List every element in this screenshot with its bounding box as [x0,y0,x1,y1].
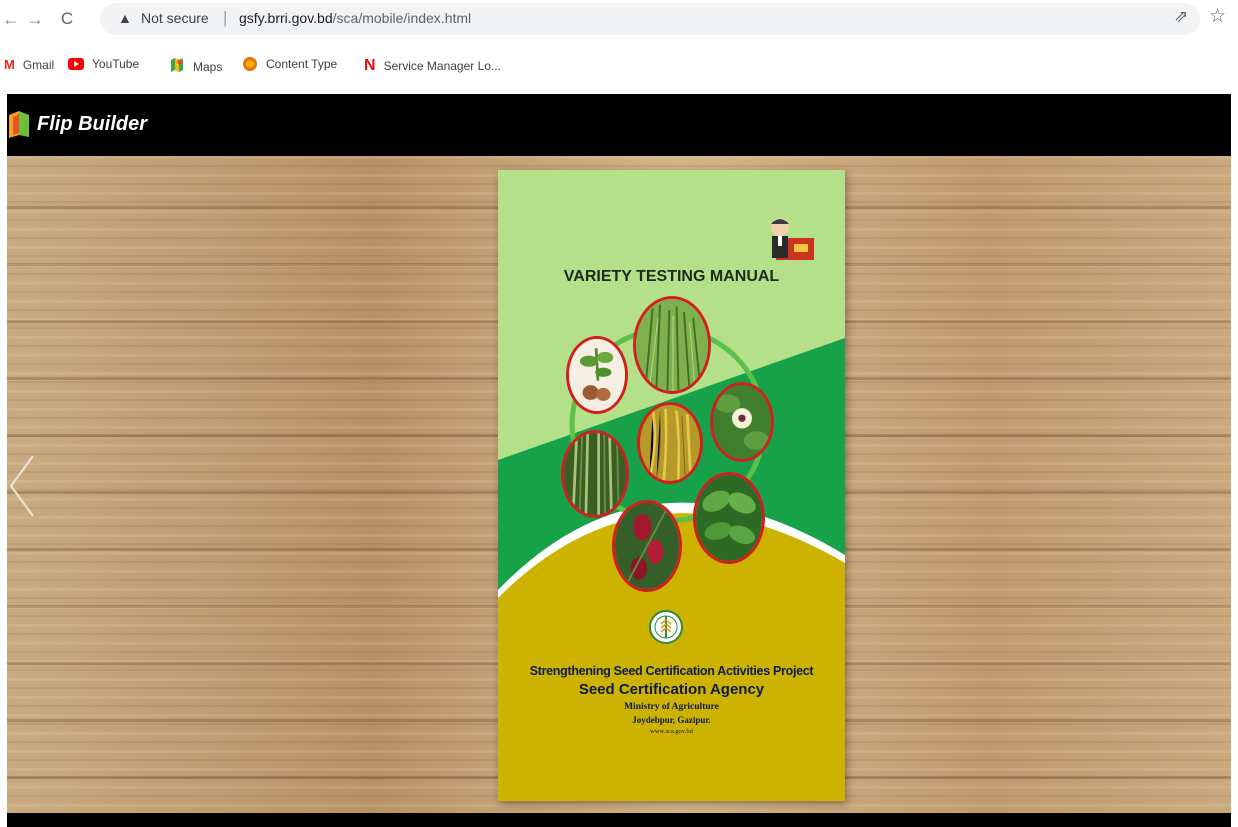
portrait-icon [771,218,814,260]
ministry-name: Ministry of Agriculture [624,702,719,712]
crop-photo-jute [561,430,629,518]
url-text[interactable]: gsfy.brri.gov.bd/sca/mobile/index.html [239,10,471,26]
place-name: Joydebpur, Gazipur. [632,715,711,725]
reload-icon[interactable]: C [56,8,78,30]
netflix-n-icon: N [364,57,376,74]
bookmark-service-manager[interactable]: N Service Manager Lo... [364,57,501,75]
agency-name: Seed Certification Agency [578,681,765,698]
brand-name[interactable]: Flip Builder [37,113,147,136]
bookmark-youtube[interactable]: YouTube [68,57,139,71]
viewer-header: Flip Builder [7,94,1231,156]
crop-photo-okra [710,382,774,462]
back-arrow-icon[interactable]: ← [0,8,22,30]
crop-photo-roselle [612,500,682,592]
crop-photo-basil [693,472,765,564]
bookmark-content-type[interactable]: Content Type [243,57,337,71]
content-type-icon [243,57,257,71]
bookmark-label: Service Manager Lo... [383,59,501,73]
book-title: VARIETY TESTING MANUAL [563,268,780,285]
flip-builder-logo-icon [9,111,29,138]
gmail-icon: M [4,57,15,72]
youtube-icon [68,58,84,70]
book-cover-page[interactable]: VARIETY TESTING MANUAL Strengthening See… [498,170,845,801]
address-bar[interactable]: ▲ Not secure | gsfy.brri.gov.bd/sca/mobi… [100,3,1200,35]
website-text: www.sca.gov.bd [650,728,693,735]
project-name: Strengthening Seed Certification Activit… [529,664,814,678]
crop-photo-potato [566,336,628,414]
security-label[interactable]: Not secure [141,10,209,26]
bookmark-label: Gmail [22,57,55,72]
bookmark-maps[interactable]: Maps [169,57,222,76]
crop-photo-rice [637,402,703,484]
address-separator: | [223,8,228,27]
forward-arrow-icon[interactable]: → [24,8,46,30]
browser-toolbar: ← → C ▲ Not secure | gsfy.brri.gov.bd/sc… [0,0,1238,40]
warning-icon[interactable]: ▲ [118,10,132,26]
bookmark-gmail[interactable]: M Gmail [4,57,54,72]
crop-photo-wheat [633,296,711,394]
bookmark-label: Content Type [266,57,338,71]
bookmark-label: Maps [193,59,223,74]
bookmark-label: YouTube [92,57,140,71]
viewer-bottom-bar [7,813,1231,827]
chevron-left-icon[interactable] [7,452,47,522]
bookmarks-bar: M Gmail YouTube Maps Content Type N Serv… [0,54,1238,82]
star-icon[interactable]: ☆ [1209,5,1226,28]
url-path: /sca/mobile/index.html [332,10,472,26]
url-host: gsfy.brri.gov.bd [239,10,333,26]
maps-icon [169,57,185,76]
sca-emblem-icon [649,610,683,644]
share-icon[interactable]: ⇗ [1174,7,1188,27]
